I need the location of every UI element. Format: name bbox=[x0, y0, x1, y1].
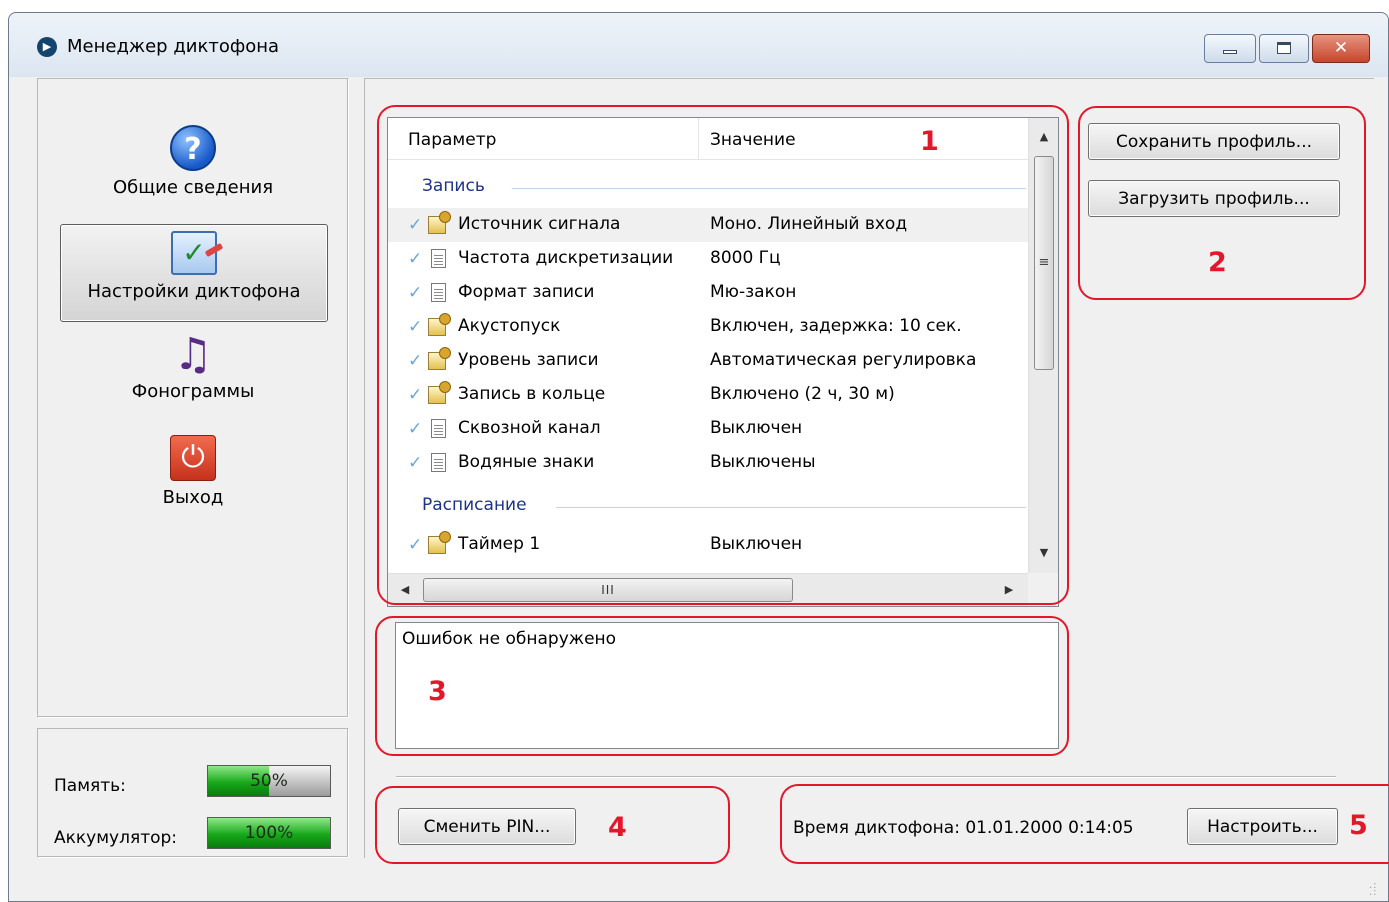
nav-item-exit[interactable]: ⏻ Выход bbox=[38, 435, 348, 508]
annotation-number-1: 1 bbox=[920, 126, 939, 157]
annotation-box-5 bbox=[780, 784, 1389, 864]
nav-item-recorder-settings[interactable]: ✓ Настройки диктофона bbox=[60, 224, 328, 322]
window-title: Менеджер диктофона bbox=[67, 36, 280, 57]
close-icon: ✕ bbox=[1333, 38, 1349, 58]
power-icon: ⏻ bbox=[170, 435, 216, 481]
nav-item-label: Фонограммы bbox=[131, 381, 255, 402]
help-icon: ? bbox=[170, 125, 216, 171]
memory-meter: 50% bbox=[207, 765, 331, 797]
nav-panel: ? Общие сведения ✓ Настройки диктофона ♫… bbox=[37, 78, 349, 718]
battery-label: Аккумулятор: bbox=[54, 828, 178, 848]
maximize-button[interactable] bbox=[1259, 34, 1309, 63]
nav-item-label: Общие сведения bbox=[112, 177, 274, 198]
annotation-number-2: 2 bbox=[1208, 247, 1227, 278]
close-button[interactable]: ✕ bbox=[1312, 34, 1370, 63]
memory-label: Память: bbox=[54, 776, 126, 796]
settings-icon: ✓ bbox=[171, 231, 224, 275]
nav-item-recordings[interactable]: ♫ Фонограммы bbox=[38, 329, 348, 402]
annotation-number-4: 4 bbox=[608, 812, 627, 843]
minimize-icon bbox=[1223, 50, 1237, 54]
annotation-box-1 bbox=[377, 105, 1069, 605]
nav-item-label: Настройки диктофона bbox=[87, 281, 301, 302]
app-icon: ▶ bbox=[37, 37, 57, 57]
nav-item-general-info[interactable]: ? Общие сведения bbox=[38, 125, 348, 198]
status-panel: Память: 50% Аккумулятор: 100% bbox=[37, 728, 349, 858]
annotation-number-5: 5 bbox=[1349, 810, 1368, 841]
resize-grip-icon[interactable]: .:.: bbox=[1369, 881, 1383, 898]
nav-item-label: Выход bbox=[162, 487, 224, 508]
annotation-number-3: 3 bbox=[428, 676, 447, 707]
minimize-button[interactable] bbox=[1204, 34, 1256, 63]
memory-value: 50% bbox=[250, 771, 288, 791]
annotation-box-3 bbox=[375, 616, 1069, 756]
battery-value: 100% bbox=[244, 823, 294, 843]
bottom-divider bbox=[396, 776, 1336, 778]
music-icon: ♫ bbox=[173, 329, 213, 380]
title-bar[interactable]: ▶ Менеджер диктофона ✕ bbox=[9, 13, 1388, 77]
battery-meter: 100% bbox=[207, 817, 331, 849]
annotation-box-4 bbox=[375, 786, 730, 864]
maximize-icon bbox=[1277, 42, 1291, 54]
